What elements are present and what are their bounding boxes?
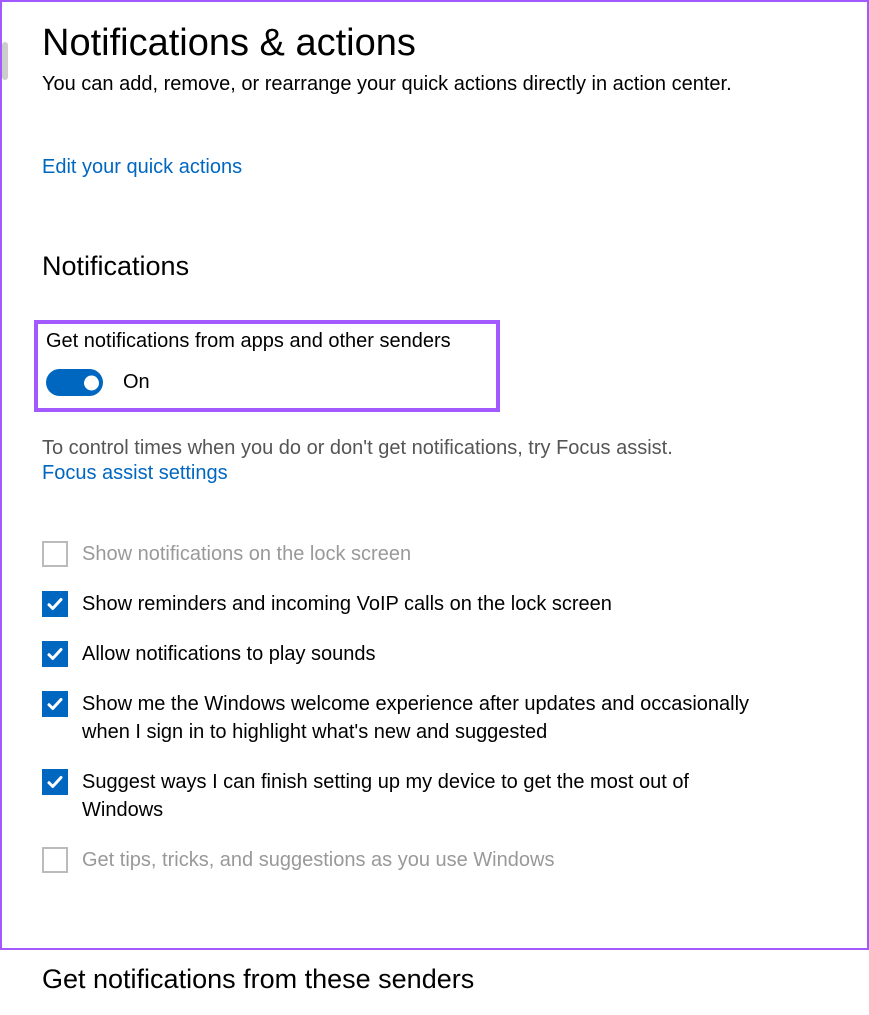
checkbox-row[interactable]: Allow notifications to play sounds bbox=[42, 640, 762, 668]
quick-actions-description: You can add, remove, or rearrange your q… bbox=[42, 71, 742, 98]
notifications-heading: Notifications bbox=[42, 251, 827, 282]
checkbox-row[interactable]: Suggest ways I can finish setting up my … bbox=[42, 768, 762, 824]
focus-assist-description: To control times when you do or don't ge… bbox=[42, 437, 782, 460]
checkbox-unchecked-icon bbox=[42, 847, 68, 873]
notifications-toggle-highlight: Get notifications from apps and other se… bbox=[34, 320, 500, 412]
checkbox-row: Get tips, tricks, and suggestions as you… bbox=[42, 846, 762, 874]
notifications-toggle-state: On bbox=[123, 371, 150, 394]
checkbox-row[interactable]: Show me the Windows welcome experience a… bbox=[42, 690, 762, 746]
checkbox-label: Get tips, tricks, and suggestions as you… bbox=[82, 846, 554, 874]
senders-heading: Get notifications from these senders bbox=[42, 964, 827, 995]
notification-options-list: Show notifications on the lock screen Sho… bbox=[42, 540, 762, 874]
checkbox-checked-icon[interactable] bbox=[42, 641, 68, 667]
focus-assist-settings-link[interactable]: Focus assist settings bbox=[42, 462, 228, 485]
toggle-knob-icon bbox=[84, 375, 99, 390]
checkbox-label: Show me the Windows welcome experience a… bbox=[82, 690, 762, 746]
notifications-toggle[interactable] bbox=[46, 369, 103, 396]
settings-content: Notifications & actions You can add, rem… bbox=[2, 2, 867, 1015]
checkbox-label: Show reminders and incoming VoIP calls o… bbox=[82, 590, 612, 618]
checkbox-checked-icon[interactable] bbox=[42, 691, 68, 717]
scrollbar-thumb[interactable] bbox=[2, 42, 8, 80]
checkbox-row[interactable]: Show reminders and incoming VoIP calls o… bbox=[42, 590, 762, 618]
checkbox-checked-icon[interactable] bbox=[42, 591, 68, 617]
checkbox-row: Show notifications on the lock screen bbox=[42, 540, 762, 568]
checkbox-label: Allow notifications to play sounds bbox=[82, 640, 376, 668]
page-title: Notifications & actions bbox=[42, 22, 827, 65]
edit-quick-actions-link[interactable]: Edit your quick actions bbox=[42, 156, 242, 179]
checkbox-label: Suggest ways I can finish setting up my … bbox=[82, 768, 762, 824]
checkbox-label: Show notifications on the lock screen bbox=[82, 540, 411, 568]
checkbox-unchecked-icon bbox=[42, 541, 68, 567]
notifications-toggle-label: Get notifications from apps and other se… bbox=[46, 330, 488, 353]
checkbox-checked-icon[interactable] bbox=[42, 769, 68, 795]
